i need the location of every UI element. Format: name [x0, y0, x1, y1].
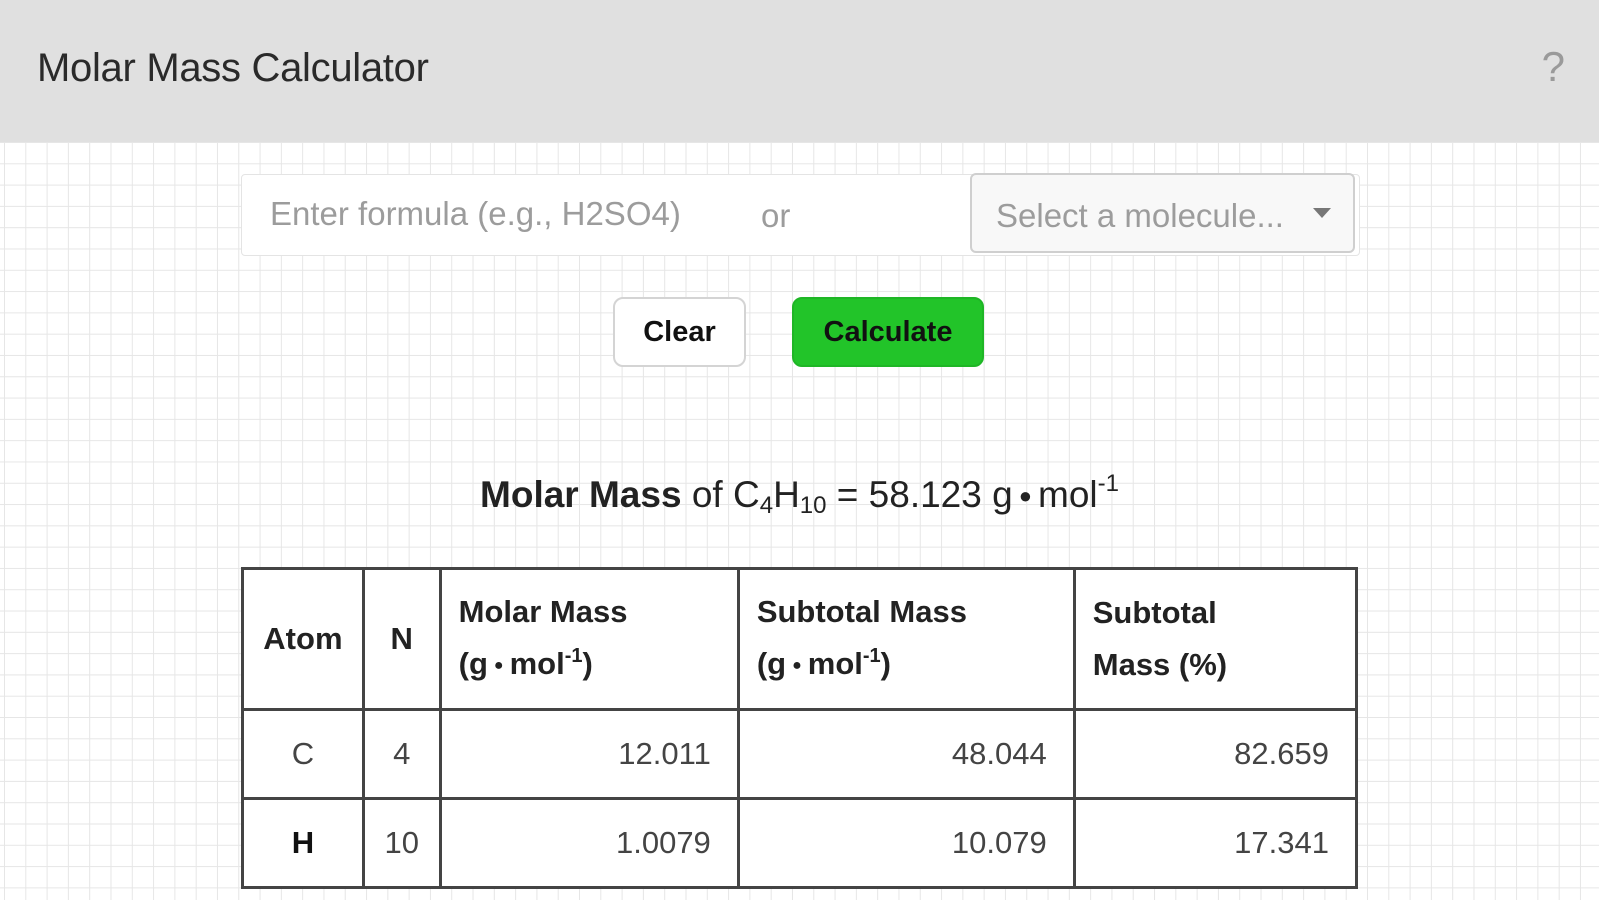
header-molar-mass-unit: mol — [509, 646, 565, 681]
cell-subtotal-pct: 17.341 — [1072, 797, 1359, 889]
header-subtotal-mass-unit: mol — [807, 646, 863, 681]
formula-element: C — [732, 474, 760, 515]
result-value: 58.123 — [868, 474, 982, 515]
header-subtotal-mass-line2: (g — [756, 646, 787, 681]
header-subtotal-pct: Subtotal Mass (%) — [1072, 567, 1359, 711]
formula-input[interactable] — [242, 175, 760, 253]
cell-atom: H — [241, 797, 365, 889]
caret-down-icon — [1313, 208, 1331, 218]
header-molar-mass-line1: Molar Mass — [458, 594, 628, 629]
cell-subtotal-mass: 10.079 — [736, 797, 1076, 889]
formula-count: 10 — [799, 492, 827, 519]
clear-button[interactable]: Clear — [613, 297, 746, 367]
cell-subtotal-mass: 48.044 — [736, 708, 1076, 800]
unit-exponent: -1 — [1097, 470, 1119, 497]
table-row: H 10 1.0079 10.079 17.341 — [241, 797, 1359, 889]
header-close-paren: ) — [880, 646, 891, 681]
header-close-paren: ) — [582, 646, 593, 681]
result-unit: g ● mol-1 — [992, 470, 1119, 515]
formula-count: 4 — [759, 492, 774, 519]
cell-subtotal-pct: 82.659 — [1072, 708, 1359, 800]
cell-atom: C — [241, 708, 365, 800]
cell-n: 4 — [361, 708, 442, 800]
formula-input-row: or Select a molecule... — [241, 173, 1360, 256]
result-formula: C4H10 — [732, 474, 827, 519]
unit-gram: g — [992, 474, 1013, 515]
header-n: N — [361, 567, 442, 711]
results-table: Atom N Molar Mass (g ● mol-1) Subtotal Mas… — [241, 567, 1359, 889]
header-exponent: -1 — [862, 645, 881, 667]
result-equals: = — [836, 474, 859, 515]
help-icon[interactable]: ? — [1542, 46, 1565, 88]
table-row: C 4 12.011 48.044 82.659 — [241, 708, 1359, 800]
dot-operator-icon: ● — [1018, 483, 1032, 508]
or-label: or — [761, 197, 791, 234]
molar-mass-result: Molar Mass of C4H10 = 58.123 g ● mol-1 — [0, 470, 1599, 520]
unit-mol: mol — [1038, 474, 1098, 515]
app-header: Molar Mass Calculator ? — [0, 0, 1599, 142]
dot-operator-icon: ● — [493, 657, 504, 674]
header-exponent: -1 — [564, 645, 583, 667]
calculate-button[interactable]: Calculate — [792, 297, 984, 367]
header-subtotal-mass-line1: Subtotal Mass — [756, 594, 967, 629]
header-subtotal-pct-line1: Subtotal — [1092, 595, 1217, 630]
result-of-text: of — [691, 474, 723, 515]
cell-molar-mass: 1.0079 — [438, 797, 740, 889]
dot-operator-icon: ● — [792, 657, 802, 674]
table-header-row: Atom N Molar Mass (g ● mol-1) Subtotal Mas… — [241, 567, 1359, 711]
cell-molar-mass: 12.011 — [438, 708, 740, 800]
header-subtotal-mass: Subtotal Mass (g ● mol-1) — [736, 567, 1076, 711]
cell-n: 10 — [361, 797, 442, 889]
formula-element: H — [773, 474, 800, 515]
result-label: Molar Mass — [480, 474, 682, 515]
molecule-select-label: Select a molecule... — [996, 197, 1284, 234]
header-molar-mass-line2: (g — [458, 646, 488, 681]
header-molar-mass: Molar Mass (g ● mol-1) — [438, 567, 740, 711]
app-title: Molar Mass Calculator — [37, 46, 429, 90]
molecule-select[interactable]: Select a molecule... — [970, 173, 1355, 253]
header-subtotal-pct-line2: Mass (%) — [1092, 647, 1228, 682]
header-atom: Atom — [241, 567, 365, 711]
